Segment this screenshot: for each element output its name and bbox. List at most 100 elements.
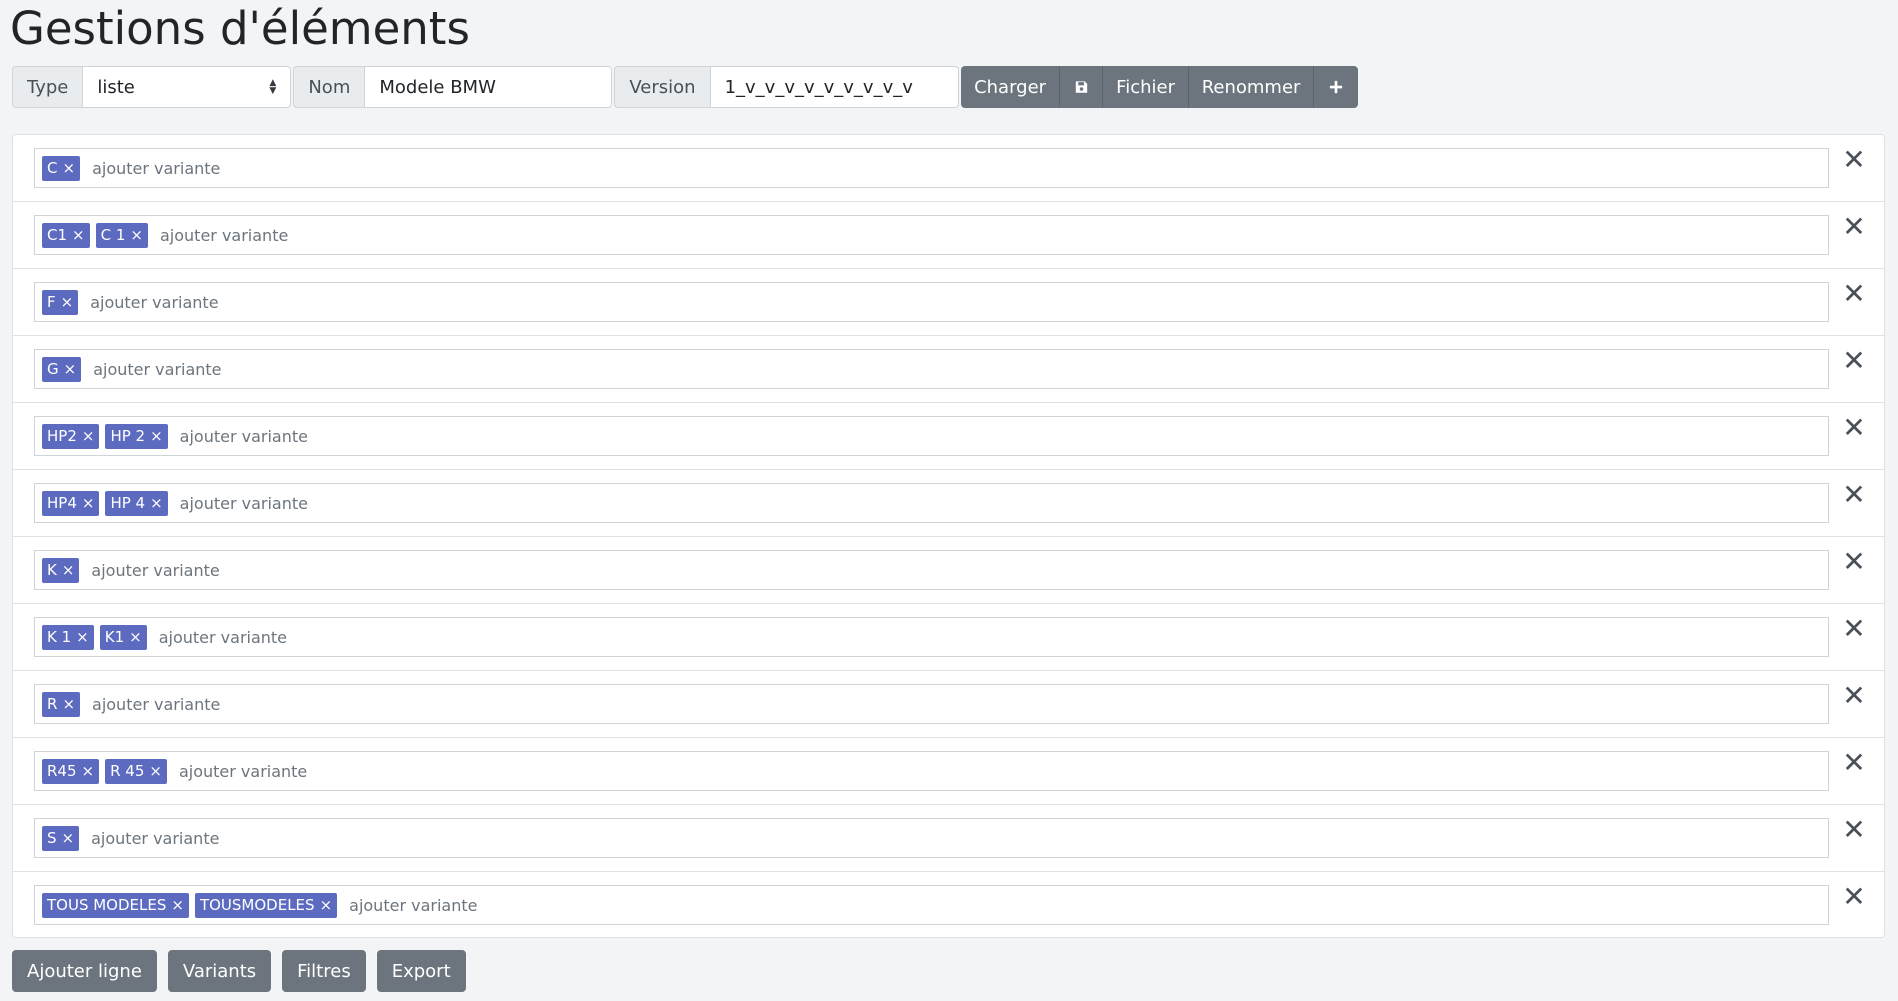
action-buttons: Charger Fichier Renommer (960, 66, 1358, 108)
list-row: R45×R 45×✕ (13, 738, 1884, 805)
tag-input-box[interactable]: S × (34, 818, 1829, 858)
remove-row-icon[interactable]: ✕ (1842, 347, 1866, 375)
add-variant-input[interactable] (88, 291, 393, 313)
fichier-button[interactable]: Fichier (1102, 66, 1189, 108)
select-arrows-icon: ▲ ▼ (269, 78, 277, 96)
tag-input-box[interactable]: F × (34, 282, 1829, 322)
tag-remove-icon[interactable]: × (171, 896, 184, 914)
list-row: HP4×HP 4×✕ (13, 470, 1884, 537)
tag-input-box[interactable]: C1 × C 1 × (34, 215, 1829, 255)
tag-remove-icon[interactable]: × (62, 561, 75, 579)
tag-input-box[interactable]: R45 × R 45 × (34, 751, 1829, 791)
renommer-button[interactable]: Renommer (1188, 66, 1314, 108)
tag-remove-icon[interactable]: × (72, 226, 85, 244)
variant-tag: K × (42, 557, 80, 583)
variant-tag-label: HP 4 (110, 494, 146, 512)
add-variant-input[interactable] (90, 157, 395, 179)
list-row: HP2×HP 2×✕ (13, 403, 1884, 470)
tag-remove-icon[interactable]: × (150, 494, 163, 512)
plus-icon (1329, 80, 1342, 94)
variant-tag-label: R45 (47, 762, 77, 780)
tag-remove-icon[interactable]: × (82, 427, 95, 445)
add-variant-input[interactable] (157, 224, 462, 246)
remove-row-icon[interactable]: ✕ (1842, 615, 1866, 643)
tag-remove-icon[interactable]: × (62, 159, 75, 177)
tag-input-box[interactable]: K 1 × K1 × (34, 617, 1829, 657)
page-title: Gestions d'éléments (10, 2, 470, 55)
add-variant-input[interactable] (176, 760, 481, 782)
type-select[interactable]: liste ▲ ▼ (83, 66, 292, 108)
filtres-button[interactable]: Filtres (282, 950, 366, 992)
tag-input-box[interactable]: C × (34, 148, 1829, 188)
remove-row-icon[interactable]: ✕ (1842, 414, 1866, 442)
list-row: S×✕ (13, 805, 1884, 872)
variant-tag: R45 × (42, 758, 100, 784)
remove-row-icon[interactable]: ✕ (1842, 146, 1866, 174)
variant-tag-label: HP2 (47, 427, 77, 445)
add-variant-input[interactable] (177, 425, 482, 447)
remove-row-icon[interactable]: ✕ (1842, 481, 1866, 509)
remove-row-icon[interactable]: ✕ (1842, 749, 1866, 777)
version-input[interactable]: 1_v_v_v_v_v_v_v_v_v (710, 66, 959, 108)
tag-input-box[interactable]: K × (34, 550, 1829, 590)
variant-tag-label: K (47, 561, 57, 579)
add-variant-input[interactable] (89, 827, 394, 849)
variant-tag: R × (42, 691, 81, 717)
version-label: Version (614, 66, 711, 108)
export-button[interactable]: Export (376, 950, 466, 992)
tag-remove-icon[interactable]: × (129, 628, 142, 646)
tag-remove-icon[interactable]: × (82, 762, 95, 780)
variant-tag-label: K1 (104, 628, 125, 646)
ajouter-ligne-button[interactable]: Ajouter ligne (12, 950, 157, 992)
add-variant-input[interactable] (89, 559, 394, 581)
save-button[interactable] (1059, 66, 1103, 108)
type-select-value: liste (97, 76, 135, 98)
variant-tag: HP4 × (42, 490, 100, 516)
tag-remove-icon[interactable]: × (150, 427, 163, 445)
tag-remove-icon[interactable]: × (62, 829, 75, 847)
add-variant-input[interactable] (177, 492, 482, 514)
tag-remove-icon[interactable]: × (76, 628, 89, 646)
variant-tag-label: TOUSMODELES (199, 896, 315, 914)
add-variant-input[interactable] (347, 894, 652, 916)
element-list: C×✕C1×C 1×✕F×✕G×✕HP2×HP 2×✕HP4×HP 4×✕K×✕… (12, 134, 1885, 938)
variant-tag-label: HP 2 (110, 427, 146, 445)
tag-input-box[interactable]: TOUS MODELES × TOUSMODELES × (34, 885, 1829, 925)
charger-button[interactable]: Charger (960, 66, 1060, 108)
remove-row-icon[interactable]: ✕ (1842, 682, 1866, 710)
tag-remove-icon[interactable]: × (130, 226, 143, 244)
add-variant-input[interactable] (91, 358, 396, 380)
list-row: C× ✕ (13, 135, 1884, 202)
add-variant-input[interactable] (156, 626, 461, 648)
bottom-actions: Ajouter ligne Variants Filtres Export (12, 950, 466, 992)
add-variant-input[interactable] (90, 693, 395, 715)
variants-button[interactable]: Variants (167, 950, 272, 992)
variant-tag-label: C 1 (100, 226, 126, 244)
tag-input-box[interactable]: HP4 × HP 4 × (34, 483, 1829, 523)
add-button[interactable] (1313, 66, 1358, 108)
variant-tag: C × (42, 155, 81, 181)
tag-input-box[interactable]: G × (34, 349, 1829, 389)
variant-tag: TOUS MODELES × (42, 892, 189, 918)
nom-input[interactable]: Modele BMW (365, 66, 613, 108)
remove-row-icon[interactable]: ✕ (1842, 548, 1866, 576)
list-row: TOUS MODELES× TOUSMODELES × ✕ (13, 872, 1884, 939)
variant-tag: K 1 × (42, 624, 94, 650)
variant-tag-label: K 1 (47, 628, 72, 646)
tag-remove-icon[interactable]: × (64, 360, 77, 378)
remove-row-icon[interactable]: ✕ (1842, 816, 1866, 844)
tag-remove-icon[interactable]: × (62, 695, 75, 713)
variant-tag-label: S (47, 829, 57, 847)
tag-remove-icon[interactable]: × (320, 896, 333, 914)
tag-remove-icon[interactable]: × (149, 762, 162, 780)
remove-row-icon[interactable]: ✕ (1842, 213, 1866, 241)
tag-input-box[interactable]: R × (34, 684, 1829, 724)
list-row: C1×C 1× ✕ (13, 202, 1884, 269)
remove-row-icon[interactable]: ✕ (1842, 280, 1866, 308)
remove-row-icon[interactable]: ✕ (1842, 883, 1866, 911)
tag-input-box[interactable]: HP2 × HP 2 × (34, 416, 1829, 456)
tag-remove-icon[interactable]: × (61, 293, 74, 311)
nom-label: Nom (293, 66, 366, 108)
type-group: Type liste ▲ ▼ (12, 66, 292, 108)
tag-remove-icon[interactable]: × (82, 494, 95, 512)
